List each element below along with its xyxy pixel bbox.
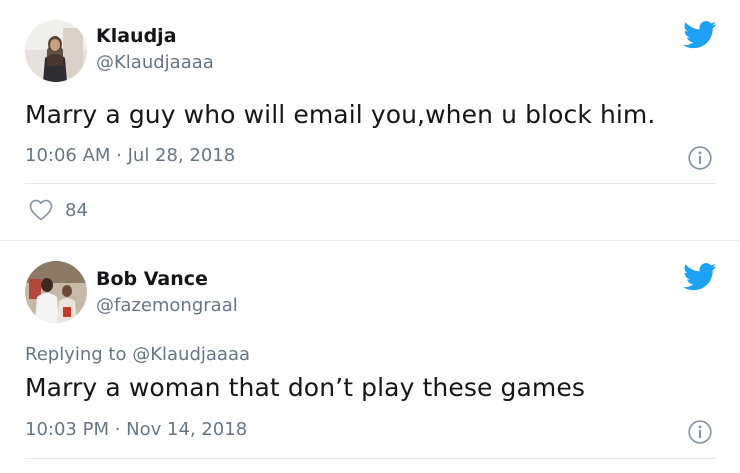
replying-to-label: Replying to: [25, 344, 127, 365]
avatar-image: [25, 261, 87, 323]
avatar-image: [25, 20, 87, 82]
divider: [25, 183, 715, 184]
display-name[interactable]: Klaudja: [96, 25, 177, 47]
info-icon[interactable]: [687, 419, 713, 445]
replying-to: Replying to @Klaudjaaaa: [25, 344, 250, 365]
twitter-bird-icon[interactable]: [683, 21, 717, 49]
replying-to-mention[interactable]: @Klaudjaaaa: [132, 344, 250, 365]
tweet-timestamp[interactable]: 10:06 AM · Jul 28, 2018: [25, 145, 235, 166]
tweet-text: Marry a woman that don’t play these game…: [25, 373, 585, 402]
tweet-card[interactable]: Bob Vance @fazemongraal Replying to @Kla…: [0, 240, 740, 473]
user-handle[interactable]: @Klaudjaaaa: [96, 52, 214, 73]
display-name[interactable]: Bob Vance: [96, 268, 208, 290]
twitter-bird-icon[interactable]: [683, 263, 717, 291]
tweet-text: Marry a guy who will email you,when u bl…: [25, 100, 656, 129]
avatar[interactable]: [25, 20, 87, 82]
tweet-timestamp[interactable]: 10:03 PM · Nov 14, 2018: [25, 419, 247, 440]
info-icon[interactable]: [687, 145, 713, 171]
like-count: 84: [65, 199, 88, 221]
heart-icon: [29, 199, 53, 221]
tweet-card[interactable]: Klaudja @Klaudjaaaa Marry a guy who will…: [0, 0, 740, 240]
like-button[interactable]: 84: [29, 199, 88, 221]
user-handle[interactable]: @fazemongraal: [96, 295, 238, 316]
avatar[interactable]: [25, 261, 87, 323]
divider: [25, 458, 715, 459]
